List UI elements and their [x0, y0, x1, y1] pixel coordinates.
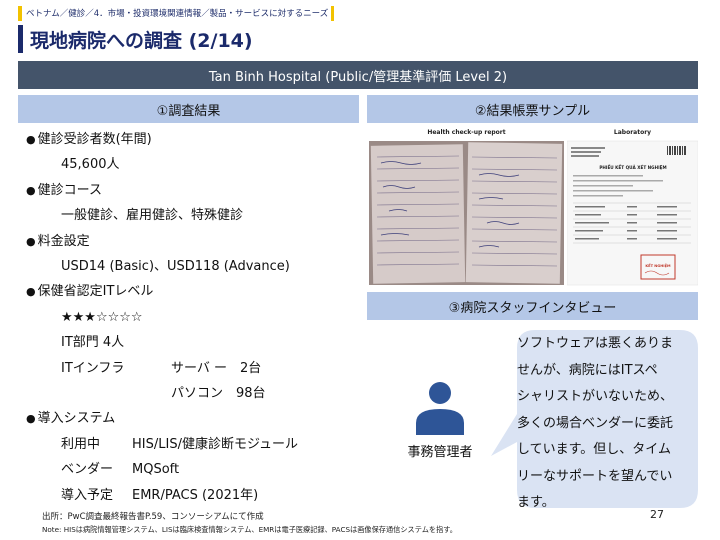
planned-label: 導入予定 [61, 487, 114, 503]
report2-title: Laboratory [613, 129, 652, 136]
quote-line: ソフトウェアは悪くありま [517, 336, 674, 351]
page-title: 現地病院への調査 (2/14) [30, 29, 253, 52]
abbreviation-note: Note: HISは病院情報管理システム、LISは臨床検査情報システム、EMRは… [42, 525, 457, 534]
quote-line: 多くの場合ベンダーに委託 [517, 415, 674, 431]
it-infra-label: ITインフラ [61, 360, 125, 376]
report2-heading: PHIẾU KẾT QUẢ XÉT NGHIỆM [599, 164, 666, 170]
hospital-banner: Tan Binh Hospital (Public/管理基準評価 Level 2… [18, 61, 698, 89]
title-accent-bar [18, 25, 23, 53]
price-label: 料金設定 [26, 229, 356, 254]
in-use-value: HIS/LIS/健康診断モジュール [132, 436, 299, 452]
system-label: 導入システム [26, 406, 356, 431]
laboratory-report-image: Laboratory PHIẾU KẾT QUẢ XÉT NGHIỆM KẾT … [566, 127, 699, 287]
it-level-stars: ★★★☆☆☆☆ [61, 309, 143, 325]
quote-line: シャリストがいないため、 [517, 389, 674, 404]
source-note: 出所：PwC調査最終報告書P.59、コンソーシアムにて作成 [42, 512, 264, 522]
report2-sheet: PHIẾU KẾT QUẢ XÉT NGHIỆM KẾT NGHIỆM [566, 140, 699, 286]
in-use-label: 利用中 [61, 436, 101, 452]
report1-title: Health check-up report [427, 129, 506, 136]
visitors-value: 45,600人 [61, 157, 120, 173]
sample-section-header: ②結果帳票サンプル [367, 95, 698, 123]
breadcrumb-text: ベトナム／健診／4．市場・投資環境関連情報／製品・サービスに対するニーズ [26, 9, 329, 19]
it-dept: IT部門 4人 [61, 335, 125, 351]
pc-row: パソコン 98台 [26, 381, 356, 406]
page-number: 27 [650, 508, 664, 521]
it-infra-row: ITインフラ サーバ ー 2台 [26, 356, 356, 381]
in-use-row: 利用中 HIS/LIS/健康診断モジュール [26, 432, 356, 457]
price-value: USD14 (Basic)、USD118 (Advance) [61, 259, 290, 275]
breadcrumb: ベトナム／健診／4．市場・投資環境関連情報／製品・サービスに対するニーズ [18, 5, 335, 21]
interview-quote: ソフトウェアは悪くありま せんが、病院にはITスペ シャリストがいないため、 多… [517, 331, 692, 517]
vendor-row: ベンダー MQSoft [26, 457, 356, 482]
server-count: サーバ ー 2台 [171, 360, 262, 376]
results-section-header: ①調査結果 [18, 95, 359, 123]
person-icon [416, 382, 464, 435]
interview-section-header: ③病院スタッフインタビュー [367, 292, 698, 320]
quote-line: せんが、病院にはITスペ [517, 362, 658, 378]
survey-results: 健診受診者数(年間) 45,600人 健診コース 一般健診、雇用健診、特殊健診 … [26, 127, 356, 508]
planned-value: EMR/PACS (2021年) [132, 487, 259, 503]
vendor-label: ベンダー [61, 462, 114, 478]
staff-role: 事務管理者 [407, 445, 473, 460]
quote-line: しています。但し、タイム [517, 442, 672, 457]
it-level-label: 保健省認定ITレベル [26, 279, 356, 304]
pc-spacer [61, 381, 171, 406]
visitors-label: 健診受診者数(年間) [26, 127, 356, 152]
quote-line: リーなサポートを望んでい [517, 468, 673, 484]
breadcrumb-accent-bar [18, 5, 22, 21]
report1-photo [369, 141, 564, 285]
course-label: 健診コース [26, 178, 356, 203]
quote-line: ます。 [517, 495, 555, 510]
vendor-value: MQSoft [132, 462, 180, 478]
page-title-block: 現地病院への調査 (2/14) [18, 24, 253, 54]
planned-row: 導入予定 EMR/PACS (2021年) [26, 483, 356, 508]
breadcrumb-end-bar [331, 5, 335, 21]
pc-count: パソコン 98台 [171, 386, 266, 402]
course-value: 一般健診、雇用健診、特殊健診 [61, 208, 244, 224]
health-checkup-report-image: Health check-up report [369, 127, 564, 287]
